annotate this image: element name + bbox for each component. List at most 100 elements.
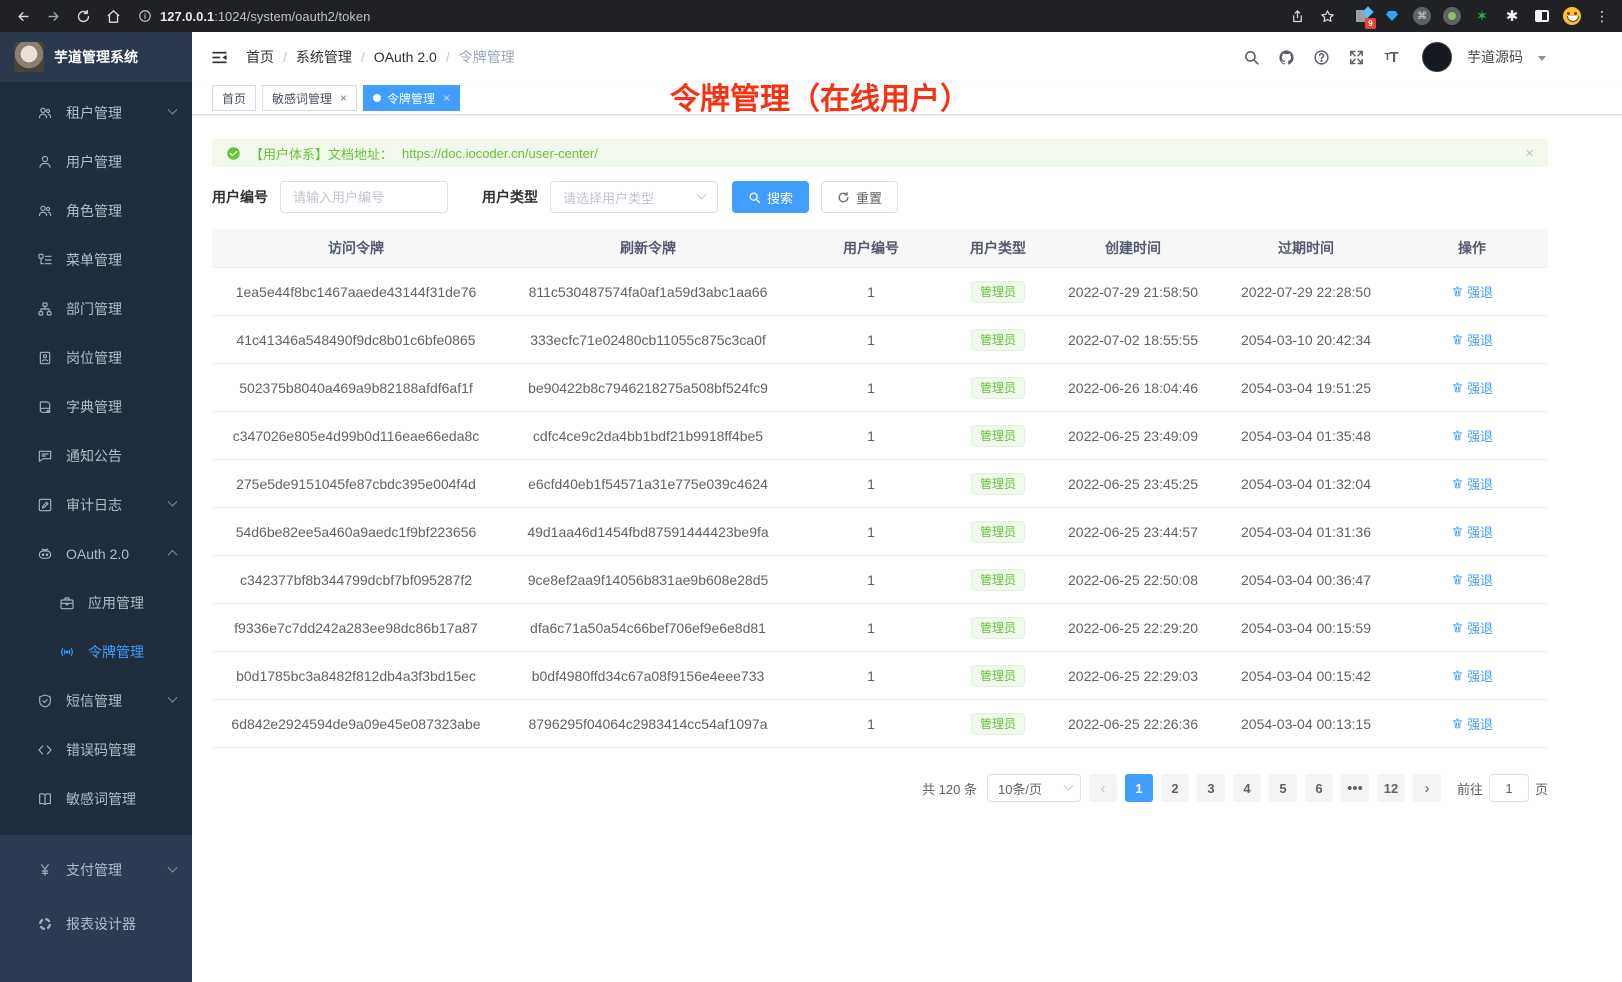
force-logout-button[interactable]: 强退 — [1451, 282, 1493, 301]
side-panel-icon[interactable] — [1532, 6, 1552, 26]
extension-grid-icon[interactable]: 9 — [1352, 6, 1372, 26]
sidebar-item-token[interactable]: 令牌管理 — [0, 627, 192, 676]
table-row[interactable]: c342377bf8b344799dcbf7bf095287f29ce8ef2a… — [212, 556, 1548, 604]
breadcrumb-item[interactable]: 令牌管理 — [459, 47, 515, 67]
alert-doc-link[interactable]: https://doc.iocoder.cn/user-center/ — [402, 146, 598, 161]
force-logout-button[interactable]: 强退 — [1451, 618, 1493, 637]
sidebar-item-report-designer[interactable]: 报表设计器 — [0, 897, 192, 951]
page-button-2[interactable]: 2 — [1161, 774, 1189, 802]
address-bar[interactable]: 127.0.0.1:1024/system/oauth2/token — [138, 9, 1280, 24]
table-row[interactable]: f9336e7c7dd242a283ee98dc86b17a87dfa6c71a… — [212, 604, 1548, 652]
alert-close-icon[interactable]: × — [1525, 145, 1534, 162]
search-button[interactable]: 搜索 — [732, 181, 809, 213]
sidebar-item-application[interactable]: 应用管理 — [0, 578, 192, 627]
sidebar-item-oauth[interactable]: OAuth 2.0 — [0, 529, 192, 578]
tab-首页[interactable]: 首页 — [212, 85, 256, 111]
force-logout-button[interactable]: 强退 — [1451, 426, 1493, 445]
user-avatar[interactable] — [1422, 42, 1452, 72]
fullscreen-icon[interactable] — [1346, 47, 1366, 67]
page-button-3[interactable]: 3 — [1197, 774, 1225, 802]
app-logo-row[interactable]: 芋道管理系统 — [0, 32, 192, 82]
sidebar-item-notice[interactable]: 通知公告 — [0, 431, 192, 480]
font-size-icon[interactable]: TT — [1381, 47, 1401, 67]
sidebar-item-department[interactable]: 部门管理 — [0, 284, 192, 333]
page-button-4[interactable]: 4 — [1233, 774, 1261, 802]
help-icon[interactable] — [1311, 47, 1331, 67]
table-row[interactable]: b0d1785bc3a8482f812db4a3f3bd15ecb0df4980… — [212, 652, 1548, 700]
next-page-button[interactable]: › — [1413, 774, 1441, 802]
table-row[interactable]: c347026e805e4d99b0d116eae66eda8ccdfc4ce9… — [212, 412, 1548, 460]
reload-icon[interactable] — [70, 3, 96, 29]
sidebar-item-error-code[interactable]: 错误码管理 — [0, 725, 192, 774]
reset-button[interactable]: 重置 — [821, 181, 898, 213]
back-icon[interactable] — [10, 3, 36, 29]
alert-text: 【用户体系】文档地址： — [250, 144, 393, 163]
collapse-sidebar-icon[interactable] — [208, 46, 230, 68]
page-more-icon[interactable]: ••• — [1341, 774, 1369, 802]
table-row[interactable]: 275e5de9151045fe87cbdc395e004f4de6cfd40e… — [212, 460, 1548, 508]
table-cell-user-type: 管理员 — [946, 425, 1050, 447]
table-row[interactable]: 41c41346a548490f9dc8b01c6bfe0865333ecfc7… — [212, 316, 1548, 364]
page-button-1[interactable]: 1 — [1125, 774, 1153, 802]
sidebar-item-pay[interactable]: 支付管理 — [0, 843, 192, 897]
tab-close-icon[interactable]: × — [340, 91, 347, 105]
bookmark-star-icon[interactable] — [1314, 3, 1340, 29]
table-row[interactable]: 502375b8040a469a9b82188afdf6af1fbe90422b… — [212, 364, 1548, 412]
browser-menu-icon[interactable]: ⋮ — [1592, 6, 1612, 26]
recorder-extension-icon[interactable] — [1442, 6, 1462, 26]
goto-page-input[interactable] — [1489, 774, 1529, 802]
force-logout-button[interactable]: 强退 — [1451, 330, 1493, 349]
user-id-input[interactable] — [280, 181, 448, 213]
table-row[interactable]: 1ea5e44f8bc1467aaede43144f31de76811c5304… — [212, 268, 1548, 316]
table-cell-user-type: 管理员 — [946, 665, 1050, 687]
home-icon[interactable] — [100, 3, 126, 29]
breadcrumb-item[interactable]: 系统管理 — [296, 47, 352, 67]
search-icon[interactable] — [1241, 47, 1261, 67]
puzzle-extension-icon[interactable]: ✱ — [1502, 6, 1522, 26]
sidebar-item-dictionary[interactable]: 字典管理 — [0, 382, 192, 431]
sidebar-item-role[interactable]: 角色管理 — [0, 186, 192, 235]
command-extension-icon[interactable]: ⌘ — [1412, 6, 1432, 26]
forward-icon[interactable] — [40, 3, 66, 29]
user-menu-caret-icon[interactable] — [1538, 56, 1546, 61]
table-cell: 49d1aa46d1454fbd87591444423be9fa — [500, 524, 796, 540]
force-logout-button[interactable]: 强退 — [1451, 474, 1493, 493]
table-cell: 1 — [796, 668, 946, 684]
page-button-12[interactable]: 12 — [1377, 774, 1405, 802]
sidebar-item-audit-log[interactable]: 审计日志 — [0, 480, 192, 529]
sidebar-item-sms[interactable]: 短信管理 — [0, 676, 192, 725]
green-star-extension-icon[interactable]: ✶ — [1472, 6, 1492, 26]
force-logout-button[interactable]: 强退 — [1451, 570, 1493, 589]
sidebar-item-tenant[interactable]: 租户管理 — [0, 88, 192, 137]
gem-extension-icon[interactable] — [1382, 6, 1402, 26]
page-button-6[interactable]: 6 — [1305, 774, 1333, 802]
user-type-select[interactable]: 请选择用户类型 — [550, 181, 718, 213]
tab-敏感词管理[interactable]: 敏感词管理× — [262, 85, 357, 111]
force-logout-button[interactable]: 强退 — [1451, 522, 1493, 541]
tab-close-icon[interactable]: × — [443, 91, 450, 105]
success-check-icon — [226, 146, 241, 161]
profile-emoji-icon[interactable] — [1562, 6, 1582, 26]
force-logout-button[interactable]: 强退 — [1451, 714, 1493, 733]
force-logout-button[interactable]: 强退 — [1451, 666, 1493, 685]
prev-page-button[interactable]: ‹ — [1089, 774, 1117, 802]
sidebar-item-user[interactable]: 用户管理 — [0, 137, 192, 186]
sidebar-item-sensitive-word[interactable]: 敏感词管理 — [0, 774, 192, 823]
page-size-select[interactable]: 10条/页 — [987, 774, 1081, 802]
sidebar-item-menu-tree[interactable]: 菜单管理 — [0, 235, 192, 284]
breadcrumb-item[interactable]: 首页 — [246, 47, 274, 67]
table-row[interactable]: 54d6be82ee5a460a9aedc1f9bf22365649d1aa46… — [212, 508, 1548, 556]
sidebar-item-post[interactable]: 岗位管理 — [0, 333, 192, 382]
username: 芋道源码 — [1467, 47, 1523, 67]
sidebar-item-label: 角色管理 — [66, 201, 176, 221]
share-icon[interactable] — [1284, 3, 1310, 29]
table-cell-created: 2022-06-25 22:50:08 — [1050, 572, 1216, 588]
force-logout-button[interactable]: 强退 — [1451, 378, 1493, 397]
trash-icon — [1451, 381, 1464, 394]
table-row[interactable]: 6d842e2924594de9a09e45e087323abe8796295f… — [212, 700, 1548, 748]
github-icon[interactable] — [1276, 47, 1296, 67]
page-button-5[interactable]: 5 — [1269, 774, 1297, 802]
breadcrumb-item[interactable]: OAuth 2.0 — [374, 49, 437, 65]
table-cell: 1 — [796, 428, 946, 444]
tab-令牌管理[interactable]: 令牌管理× — [363, 85, 460, 111]
